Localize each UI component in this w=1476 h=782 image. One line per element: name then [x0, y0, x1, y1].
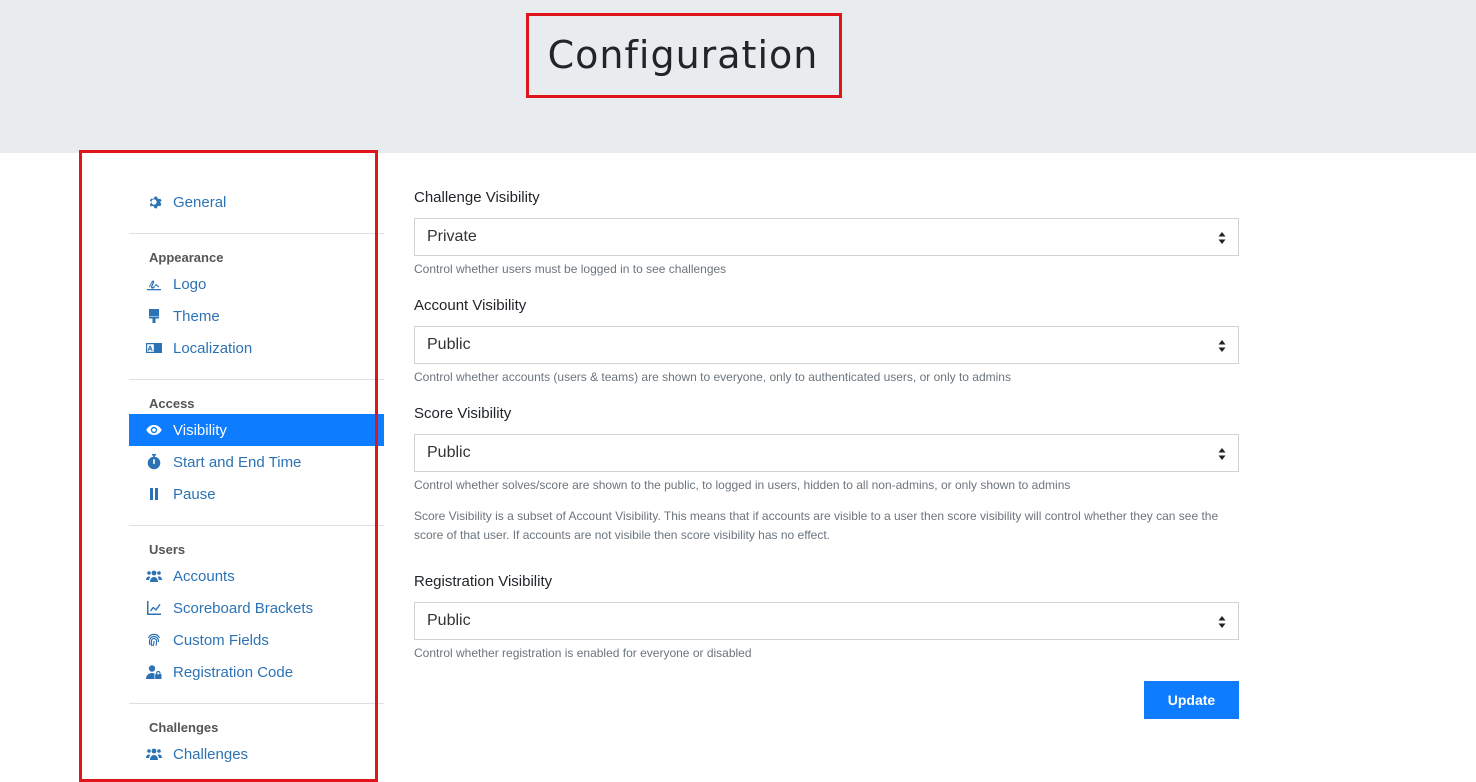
registration-visibility-help: Control whether registration is enabled …	[414, 646, 752, 660]
registration-visibility-select[interactable]: Public	[414, 602, 1239, 640]
challenge-visibility-select[interactable]: Private	[414, 218, 1239, 256]
sort-caret-icon	[1218, 340, 1226, 352]
select-value: Public	[427, 336, 471, 353]
sort-caret-icon	[1218, 616, 1226, 628]
registration-visibility-group: Registration Visibility Public Control w…	[414, 570, 1239, 661]
account-visibility-group: Account Visibility Public Control whethe…	[414, 294, 1239, 385]
score-visibility-select[interactable]: Public	[414, 434, 1239, 472]
update-button[interactable]: Update	[1144, 681, 1239, 719]
score-visibility-group: Score Visibility Public Control whether …	[414, 402, 1239, 545]
sort-caret-icon	[1218, 232, 1226, 244]
account-visibility-select[interactable]: Public	[414, 326, 1239, 364]
visibility-form: Challenge Visibility Private Control whe…	[414, 186, 1239, 678]
select-value: Public	[427, 612, 471, 629]
sidebar-highlight-box	[79, 150, 378, 782]
challenge-visibility-group: Challenge Visibility Private Control whe…	[414, 186, 1239, 277]
title-highlight-box	[526, 13, 842, 98]
account-visibility-label: Account Visibility	[414, 297, 527, 314]
score-visibility-help: Control whether solves/score are shown t…	[414, 478, 1071, 492]
score-visibility-label: Score Visibility	[414, 405, 512, 422]
sort-caret-icon	[1218, 448, 1226, 460]
select-value: Public	[427, 444, 471, 461]
score-visibility-note: Score Visibility is a subset of Account …	[414, 509, 1219, 542]
challenge-visibility-label: Challenge Visibility	[414, 189, 540, 206]
registration-visibility-label: Registration Visibility	[414, 573, 553, 590]
challenge-visibility-help: Control whether users must be logged in …	[414, 262, 727, 276]
account-visibility-help: Control whether accounts (users & teams)…	[414, 370, 1011, 384]
select-value: Private	[427, 228, 477, 245]
